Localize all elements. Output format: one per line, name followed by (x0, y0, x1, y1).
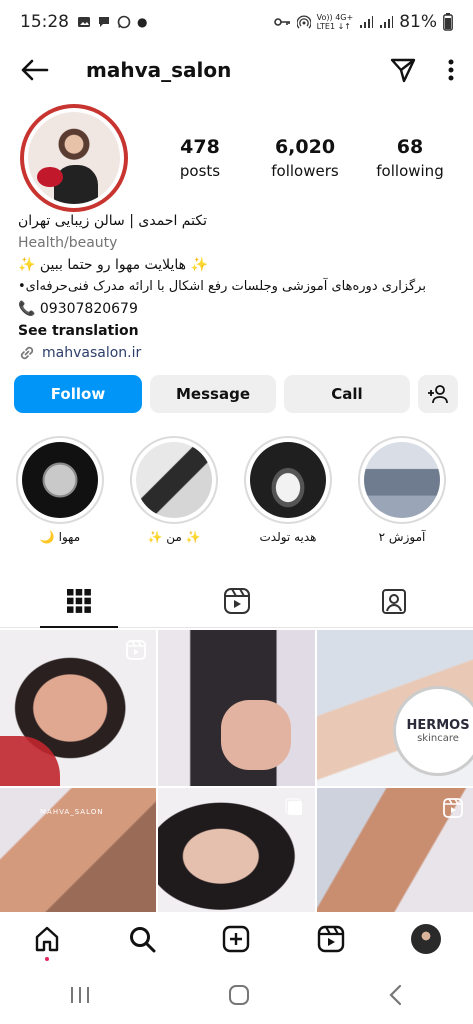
search-icon (129, 927, 156, 953)
status-time: 15:28 (20, 12, 69, 32)
back-chevron-icon[interactable] (388, 984, 404, 1006)
highlight-item[interactable]: هدیه تولدت (242, 436, 334, 544)
android-system-navigation (0, 966, 473, 1024)
notification-icons: ● (77, 15, 147, 29)
bio-line-courses: برگزاری دوره‌های آموزشی وجلسات رفع اشکال… (18, 279, 426, 294)
reel-indicator-icon (126, 640, 146, 660)
stat-posts[interactable]: 478 posts (150, 136, 250, 180)
post-thumbnail[interactable] (317, 788, 473, 912)
post-thumbnail[interactable] (158, 630, 315, 786)
more-notifications-dot-icon: ● (137, 15, 148, 29)
notification-dot (45, 957, 50, 961)
own-profile-avatar (410, 924, 441, 954)
bottom-navigation (0, 912, 473, 966)
profile-category: Health/beauty (18, 235, 118, 251)
hotspot-icon (296, 15, 311, 29)
signal-strength-icon-2 (380, 16, 394, 28)
profile-bio: تکتم احمدی | سالن زیبایی تهران Health/be… (18, 210, 458, 364)
profile-avatar[interactable] (20, 104, 128, 212)
story-highlights: مهوا 🌙 ✨ من ✨ هدیه تولدت آموزش ۲ (0, 436, 473, 556)
reel-indicator-icon (443, 798, 463, 818)
profile-username: mahva_salon (86, 58, 232, 82)
battery-icon (443, 13, 453, 31)
grid-icon (66, 588, 91, 613)
website-link[interactable]: mahvasalon.ir (18, 342, 458, 364)
highlight-item[interactable]: مهوا 🌙 (14, 436, 106, 544)
tagged-person-icon (382, 588, 407, 614)
add-person-icon (428, 385, 448, 404)
stat-following[interactable]: 68 following (360, 136, 460, 180)
post-thumbnail[interactable]: HERMOS skincare (317, 630, 473, 786)
highlight-item[interactable]: ✨ من ✨ (128, 436, 220, 544)
message-button[interactable]: Message (150, 375, 276, 413)
reels-icon (317, 925, 345, 953)
profile-stats: 478 posts 6,020 followers 68 following (150, 136, 460, 180)
nav-search[interactable] (118, 915, 166, 963)
key-icon (273, 18, 290, 26)
top-bar-actions (389, 56, 455, 84)
stat-followers[interactable]: 6,020 followers (255, 136, 355, 180)
gallery-notification-icon (78, 17, 90, 27)
back-button[interactable] (18, 54, 50, 86)
tab-reels[interactable] (158, 574, 316, 627)
home-button-icon[interactable] (228, 984, 250, 1006)
highlight-item[interactable]: آموزش ۲ (356, 436, 448, 544)
avatar-photo (28, 112, 120, 204)
link-icon (20, 346, 34, 360)
see-translation-link[interactable]: See translation (18, 320, 458, 342)
highlight-cover-self (136, 442, 212, 518)
post-thumbnail[interactable]: MAHVA_SALON (0, 788, 156, 912)
home-icon (36, 926, 59, 952)
call-button[interactable]: Call (284, 375, 410, 413)
follow-button[interactable]: Follow (14, 375, 142, 413)
profile-header: 478 posts 6,020 followers 68 following (0, 100, 473, 212)
nav-profile[interactable] (402, 915, 450, 963)
post-thumbnail[interactable] (0, 630, 156, 786)
recent-apps-icon[interactable] (69, 985, 91, 1005)
profile-display-name: تکتم احمدی | سالن زیبایی تهران (18, 213, 207, 229)
highlight-cover-training (364, 442, 440, 518)
status-right: Vo)) 4G+ LTE1 ↓↑ 81% (273, 12, 453, 32)
send-icon[interactable] (389, 56, 417, 84)
whatsapp-notification-icon (117, 15, 131, 29)
profile-top-bar: mahva_salon (0, 44, 473, 96)
battery-percentage: 81% (399, 12, 437, 32)
more-options-icon[interactable] (447, 58, 455, 82)
profile-action-buttons: Follow Message Call (14, 375, 460, 415)
suggested-accounts-button[interactable] (418, 375, 458, 413)
nav-reels[interactable] (307, 915, 355, 963)
bio-line-highlights: ✨ هایلایت مهوا رو حتما ببین ✨ (18, 257, 208, 273)
chat-notification-icon (99, 17, 109, 27)
nav-create[interactable] (212, 915, 260, 963)
arrow-left-icon (21, 59, 49, 81)
post-thumbnail[interactable] (158, 788, 315, 912)
product-jar: HERMOS skincare (393, 686, 473, 776)
carousel-indicator-icon (285, 798, 302, 815)
highlight-cover-moon (22, 442, 98, 518)
profile-content-tabs (0, 574, 473, 628)
tab-tagged[interactable] (315, 574, 473, 627)
status-bar: 15:28 ● Vo)) 4G+ LTE1 ↓↑ 81% (0, 0, 473, 44)
reels-icon (223, 587, 250, 614)
posts-grid: HERMOS skincare MAHVA_SALON (0, 630, 473, 912)
signal-strength-icon-1 (360, 16, 374, 28)
highlight-cover-gift (250, 442, 326, 518)
tab-posts-grid[interactable] (0, 574, 158, 628)
bio-phone: 📞 09307820679 (18, 301, 138, 317)
plus-square-icon (223, 925, 250, 953)
network-type: Vo)) 4G+ LTE1 ↓↑ (316, 13, 354, 31)
nav-home[interactable] (23, 915, 71, 963)
